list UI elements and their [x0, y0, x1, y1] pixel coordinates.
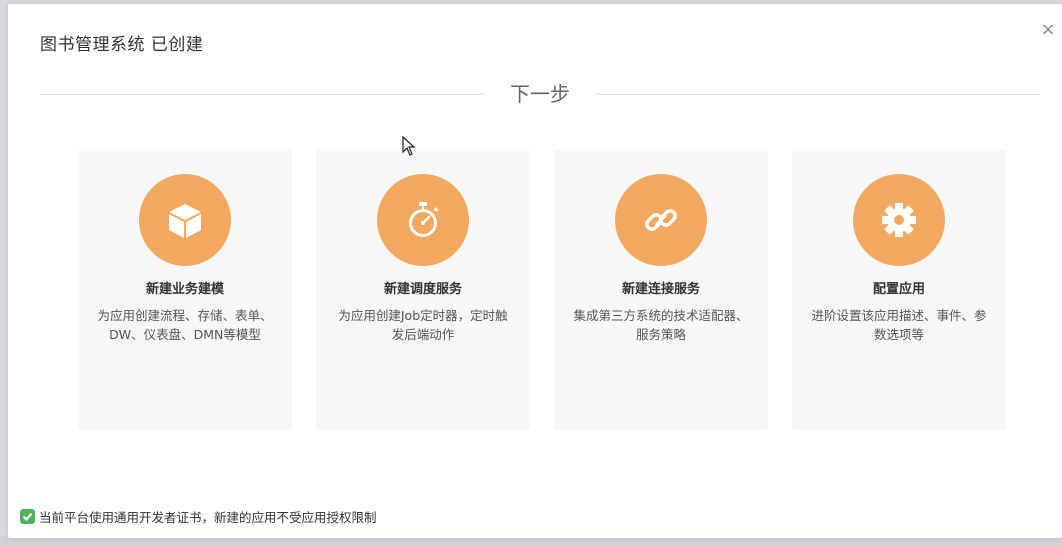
card-description: 进阶设置该应用描述、事件、参数选项等 — [811, 308, 987, 342]
dialog-title: 图书管理系统 已创建 — [40, 35, 204, 55]
next-step-heading: 下一步 — [510, 82, 570, 106]
cube-icon — [139, 174, 231, 266]
license-notice: 当前平台使用通用开发者证书，新建的应用不受应用授权限制 — [20, 506, 377, 526]
card-new-connection-service[interactable]: 新建连接服务 集成第三方系统的技术适配器、服务策略 — [554, 150, 768, 430]
card-new-business-model[interactable]: 新建业务建模 为应用创建流程、存储、表单、DW、仪表盘、DMN等模型 — [78, 150, 292, 430]
gear-icon — [853, 174, 945, 266]
notice-text: 当前平台使用通用开发者证书，新建的应用不受应用授权限制 — [39, 509, 377, 525]
card-title: 新建业务建模 — [145, 282, 224, 297]
card-title: 新建连接服务 — [621, 282, 700, 297]
card-description: 为应用创建Job定时器，定时触发后端动作 — [338, 308, 508, 342]
divider-line-left — [40, 94, 484, 95]
next-step-cards: 新建业务建模 为应用创建流程、存储、表单、DW、仪表盘、DMN等模型 新建调度服… — [78, 150, 1008, 432]
link-icon — [615, 174, 707, 266]
card-description: 为应用创建流程、存储、表单、DW、仪表盘、DMN等模型 — [97, 308, 273, 342]
close-icon[interactable]: × — [1038, 20, 1058, 40]
mouse-cursor-icon — [402, 136, 416, 156]
app-created-dialog: 图书管理系统 已创建 × 下一步 新建业务建模 为应用创建流程、存储、表单、DW… — [8, 4, 1062, 538]
divider-line-right — [596, 94, 1040, 95]
next-step-divider: 下一步 — [40, 80, 1040, 110]
stopwatch-icon — [377, 174, 469, 266]
card-title: 新建调度服务 — [383, 282, 462, 297]
card-new-schedule-service[interactable]: 新建调度服务 为应用创建Job定时器，定时触发后端动作 — [316, 150, 530, 430]
card-description: 集成第三方系统的技术适配器、服务策略 — [573, 308, 749, 342]
card-title: 配置应用 — [872, 282, 925, 297]
card-configure-app[interactable]: 配置应用 进阶设置该应用描述、事件、参数选项等 — [792, 150, 1006, 430]
check-icon — [20, 508, 35, 524]
